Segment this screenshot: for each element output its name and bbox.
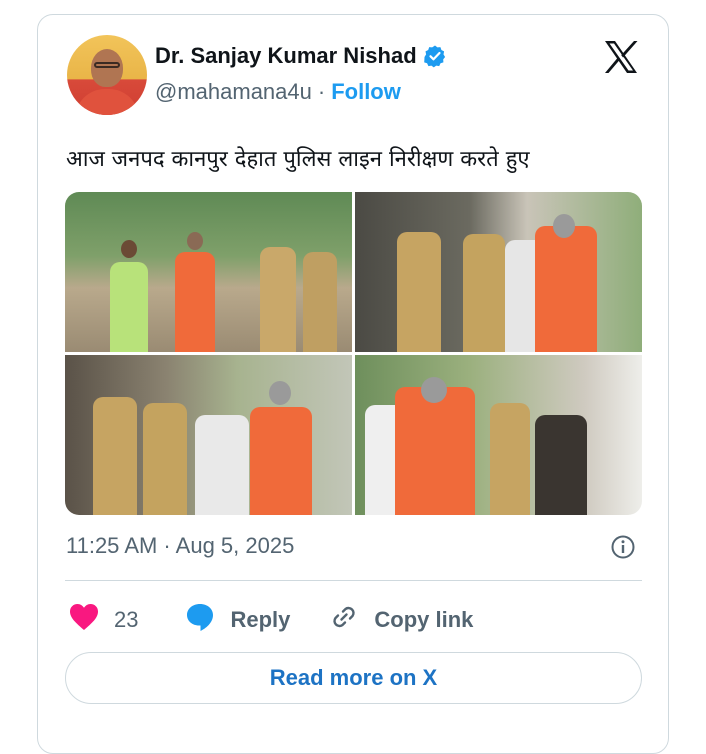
heart-icon (68, 602, 100, 638)
person (250, 407, 312, 515)
photo-4[interactable] (355, 355, 642, 515)
person (463, 234, 505, 352)
photo-1[interactable] (65, 192, 352, 352)
tweet-embed-card: Dr. Sanjay Kumar Nishad @mahamana4u · Fo… (37, 14, 669, 754)
person (93, 397, 137, 515)
person (535, 226, 597, 352)
follow-button[interactable]: Follow (331, 79, 401, 105)
person (490, 403, 530, 515)
separator-dot: · (317, 79, 326, 104)
author-name[interactable]: Dr. Sanjay Kumar Nishad (155, 43, 417, 69)
person (143, 403, 187, 515)
person (175, 252, 215, 352)
divider (65, 580, 642, 581)
person-head (121, 240, 137, 258)
avatar-face (91, 49, 123, 87)
avatar-glasses (94, 62, 120, 68)
person (397, 232, 441, 352)
copy-link-button[interactable]: Copy link (328, 601, 473, 639)
photo-grid (65, 192, 642, 515)
reply-label: Reply (230, 607, 291, 632)
author-name-row: Dr. Sanjay Kumar Nishad (155, 43, 447, 69)
person (110, 262, 148, 352)
copy-link-label: Copy link (374, 607, 474, 632)
author-handle[interactable]: @mahamana4u (155, 79, 312, 105)
person (260, 247, 296, 352)
person-head (187, 232, 203, 250)
x-logo-icon[interactable] (601, 37, 641, 77)
person-head (269, 381, 291, 405)
photo-2[interactable] (355, 192, 642, 352)
action-bar: 23 Reply Copy link (68, 601, 473, 639)
person (395, 387, 475, 515)
tweet-text: आज जनपद कानपुर देहात पुलिस लाइन निरीक्षण… (66, 147, 530, 172)
link-icon (328, 601, 360, 639)
timestamp[interactable]: 11:25 AM · Aug 5, 2025 (66, 533, 294, 559)
person-head (421, 377, 447, 403)
photo-3[interactable] (65, 355, 352, 515)
read-more-button[interactable]: Read more on X (65, 652, 642, 704)
author-handle-row: @mahamana4u · Follow (155, 79, 401, 105)
person (303, 252, 337, 352)
like-count: 23 (114, 607, 139, 632)
verified-badge-icon (423, 44, 447, 68)
person-head (553, 214, 575, 238)
reply-button[interactable]: Reply (184, 601, 290, 639)
person (535, 415, 587, 515)
like-button[interactable]: 23 (68, 602, 138, 638)
avatar-shirt (75, 89, 139, 115)
reply-bubble-icon (184, 601, 216, 639)
avatar[interactable] (67, 35, 147, 115)
person (195, 415, 249, 515)
info-icon[interactable] (610, 534, 636, 560)
